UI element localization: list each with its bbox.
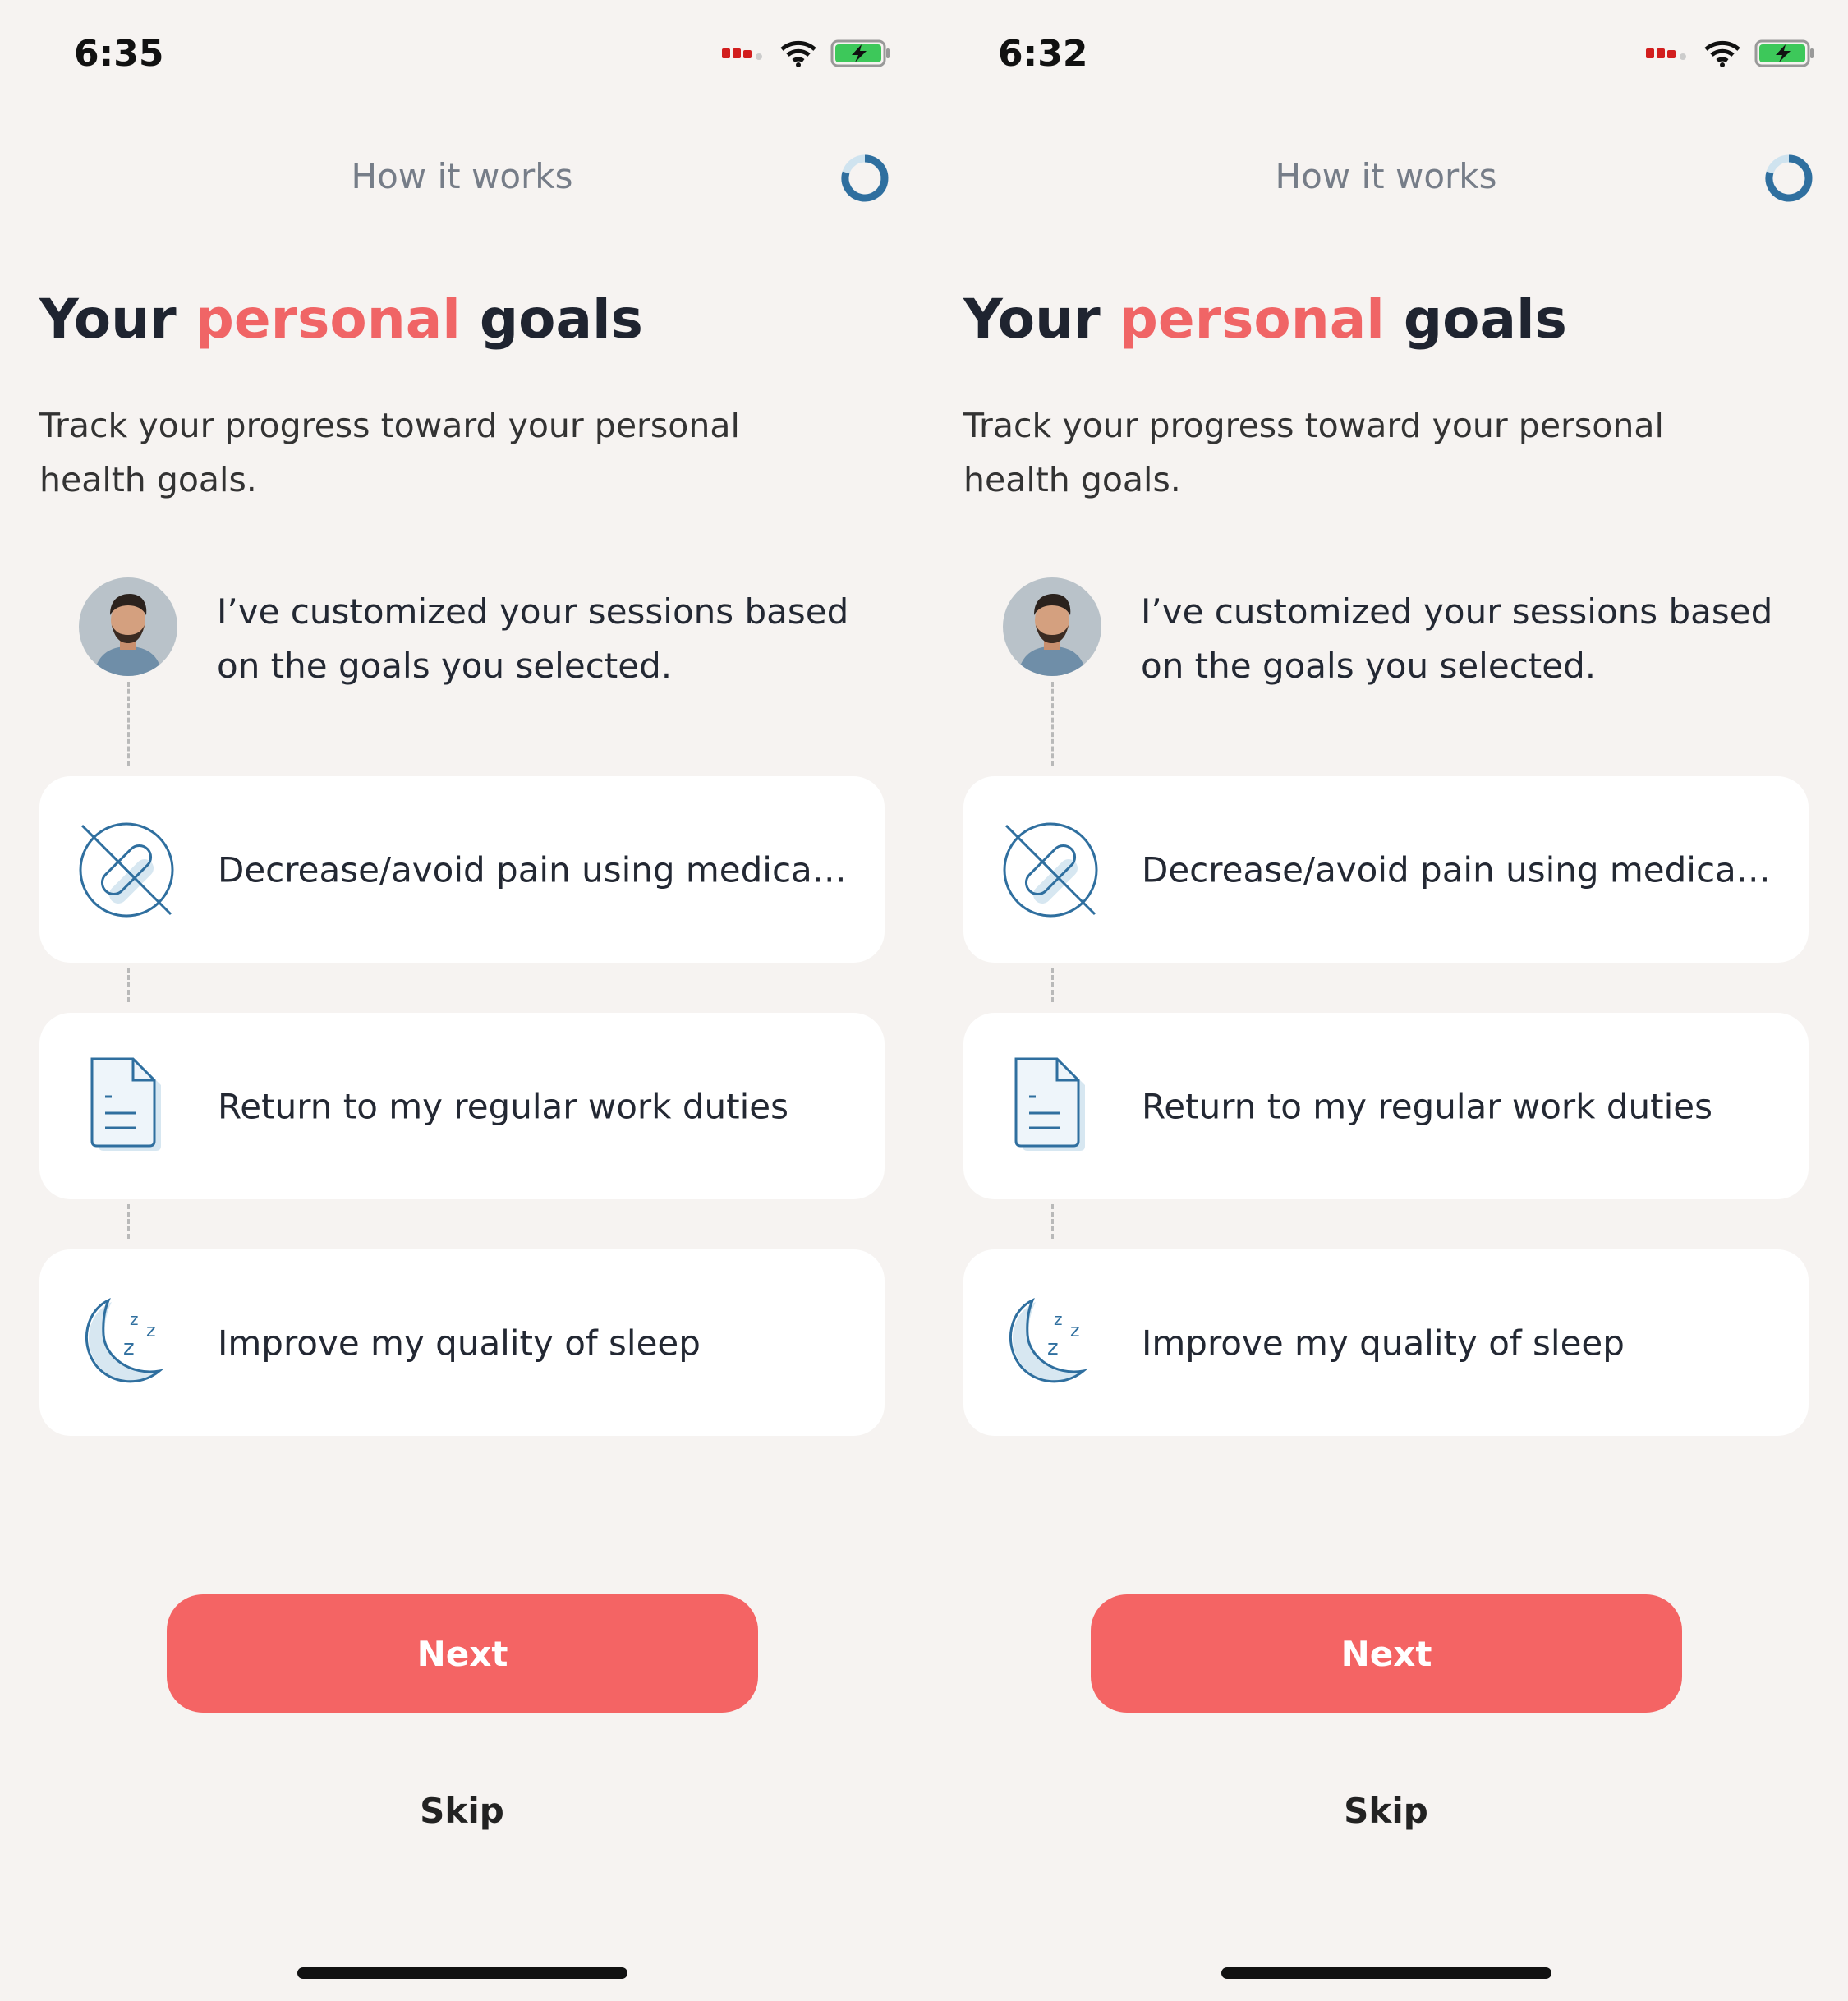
progress-ring-icon xyxy=(841,154,889,202)
coach-message: I’ve customized your sessions based on t… xyxy=(217,591,849,686)
goal-card-work[interactable]: Return to my regular work duties xyxy=(39,1013,885,1199)
goal-label: Return to my regular work duties xyxy=(218,1086,788,1126)
next-button[interactable]: Next xyxy=(1091,1594,1682,1713)
status-icons xyxy=(720,39,891,67)
coach-avatar xyxy=(79,577,177,676)
header-title: How it works xyxy=(1275,156,1497,196)
home-indicator xyxy=(297,1967,627,1979)
no-medication-icon xyxy=(1003,822,1098,917)
no-medication-icon xyxy=(79,822,174,917)
title-prefix: Your xyxy=(39,288,195,351)
document-icon xyxy=(90,1057,161,1151)
skip-button[interactable]: Skip xyxy=(924,1791,1848,1831)
svg-text:z: z xyxy=(1054,1309,1063,1329)
battery-charging-icon xyxy=(830,39,890,67)
status-time: 6:35 xyxy=(74,33,164,75)
timeline-connector xyxy=(1051,1204,1054,1239)
timeline-connector xyxy=(1051,968,1054,1002)
page-title: Your personal goals xyxy=(39,288,643,351)
progress-ring-icon xyxy=(1765,154,1813,202)
sleep-moon-icon: z z z xyxy=(85,1297,164,1382)
goal-label: Improve my quality of sleep xyxy=(218,1322,701,1363)
wifi-icon xyxy=(1704,40,1740,67)
next-button[interactable]: Next xyxy=(167,1594,758,1713)
phone-screen-left: 6:35 How it works Your personal goals Tr… xyxy=(0,0,924,2001)
status-icons xyxy=(1644,39,1815,67)
title-suffix: goals xyxy=(1384,288,1567,351)
svg-text:z: z xyxy=(1047,1336,1059,1360)
timeline-connector xyxy=(127,968,130,1002)
title-prefix: Your xyxy=(963,288,1119,351)
coach-avatar xyxy=(1003,577,1101,676)
svg-text:z: z xyxy=(146,1321,156,1341)
battery-charging-icon xyxy=(1754,39,1814,67)
timeline-connector xyxy=(1051,682,1054,766)
timeline-connector xyxy=(127,682,130,766)
header-title: How it works xyxy=(351,156,573,196)
goal-label: Decrease/avoid pain using medicat... xyxy=(218,849,858,890)
svg-text:z: z xyxy=(1070,1321,1080,1341)
title-accent: personal xyxy=(195,288,461,351)
page-subtitle: Track your progress toward your personal… xyxy=(963,406,1664,499)
page-subtitle: Track your progress toward your personal… xyxy=(39,406,740,499)
wifi-icon xyxy=(780,40,816,67)
goal-card-sleep[interactable]: z z z Improve my quality of sleep xyxy=(963,1249,1809,1436)
status-time: 6:32 xyxy=(998,33,1088,75)
phone-screen-right: 6:32 How it works Your personal goals Tr… xyxy=(924,0,1848,2001)
svg-text:z: z xyxy=(130,1309,139,1329)
title-suffix: goals xyxy=(460,288,643,351)
goal-card-medication[interactable]: Decrease/avoid pain using medicat... xyxy=(39,776,885,963)
goal-label: Improve my quality of sleep xyxy=(1142,1322,1625,1363)
signal-icon xyxy=(722,48,762,60)
goal-label: Decrease/avoid pain using medicat... xyxy=(1142,849,1782,890)
page-title: Your personal goals xyxy=(963,288,1567,351)
home-indicator xyxy=(1221,1967,1551,1979)
goal-card-work[interactable]: Return to my regular work duties xyxy=(963,1013,1809,1199)
title-accent: personal xyxy=(1119,288,1385,351)
goal-card-medication[interactable]: Decrease/avoid pain using medicat... xyxy=(963,776,1809,963)
coach-message: I’ve customized your sessions based on t… xyxy=(1141,591,1773,686)
goal-card-sleep[interactable]: z z z Improve my quality of sleep xyxy=(39,1249,885,1436)
svg-text:z: z xyxy=(123,1336,135,1360)
sleep-moon-icon: z z z xyxy=(1009,1297,1088,1382)
skip-button[interactable]: Skip xyxy=(0,1791,924,1831)
signal-icon xyxy=(1646,48,1686,60)
goal-label: Return to my regular work duties xyxy=(1142,1086,1712,1126)
document-icon xyxy=(1014,1057,1085,1151)
timeline-connector xyxy=(127,1204,130,1239)
